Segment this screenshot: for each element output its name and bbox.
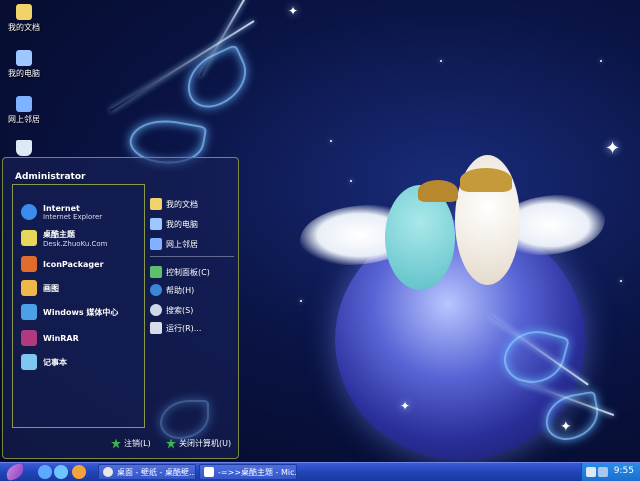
zhuoku-theme-icon [21, 230, 37, 246]
start-place-label: 控制面板(C) [166, 267, 210, 277]
media-icon[interactable] [72, 465, 86, 479]
start-place-my-computer[interactable]: 我的电脑 [150, 216, 236, 232]
start-place-label: 搜索(S) [166, 305, 194, 315]
wallpaper-star [620, 280, 622, 282]
recycle-bin-icon [16, 140, 32, 156]
start-place-control-panel[interactable]: 控制面板(C) [150, 264, 236, 280]
document-icon [204, 467, 214, 477]
start-menu-footer: 注销(L) 关闭计算机(U) [3, 432, 238, 458]
desktop-icon-label: 我的文档 [8, 23, 40, 32]
paint-icon [21, 280, 37, 296]
start-item-subtitle: Internet Explorer [43, 212, 103, 221]
start-item-media-center[interactable]: Windows 媒体中心 [21, 301, 141, 323]
start-button[interactable] [0, 462, 28, 481]
desktop: ✦ ✦ ✦ ✦ 我的文档 我的电脑 网上邻居 Administrator Int… [0, 0, 640, 462]
my-documents-icon [150, 198, 162, 210]
wallpaper-sparkle: ✦ [560, 419, 572, 435]
iconpackager-icon [21, 256, 37, 272]
wallpaper-star [300, 300, 302, 302]
browser-icon [103, 467, 113, 477]
logoff-icon [111, 438, 121, 449]
winrar-icon [21, 330, 37, 346]
start-item-notepad[interactable]: 记事本 [21, 351, 141, 373]
start-item-internet[interactable]: Internet Internet Explorer [21, 201, 141, 223]
wallpaper-star [600, 60, 602, 62]
ie-icon[interactable] [54, 465, 68, 479]
media-center-icon [21, 304, 37, 320]
my-computer-icon [16, 50, 32, 66]
notepad-icon [21, 354, 37, 370]
start-place-my-documents[interactable]: 我的文档 [150, 196, 236, 212]
start-item-title: 记事本 [43, 357, 67, 367]
start-item-iconpackager[interactable]: IconPackager [21, 253, 141, 275]
network-icon[interactable] [598, 467, 608, 477]
start-orb-icon [4, 462, 26, 481]
start-menu: Administrator Internet Internet Explorer… [2, 157, 239, 459]
system-tray: 9:55 [581, 463, 640, 481]
logoff-button[interactable]: 注销(L) [111, 438, 151, 449]
desktop-icon-network-places[interactable]: 网上邻居 [2, 96, 46, 125]
start-menu-divider [150, 256, 234, 257]
network-places-icon [150, 238, 162, 250]
start-place-label: 我的电脑 [166, 219, 198, 229]
taskbar-button-browser[interactable]: 桌面 - 壁纸 - 桌酷壁... [98, 464, 196, 480]
start-item-paint[interactable]: 画图 [21, 277, 141, 299]
start-item-title: WinRAR [43, 333, 79, 343]
internet-explorer-icon [21, 204, 37, 220]
start-place-network[interactable]: 网上邻居 [150, 236, 236, 252]
search-icon [150, 304, 162, 316]
wallpaper-butterfly-1 [177, 43, 257, 116]
wallpaper-hat-right [460, 168, 512, 192]
clock[interactable]: 9:55 [614, 466, 634, 476]
start-place-run[interactable]: 运行(R)... [150, 320, 236, 336]
desktop-icon-recycle-bin[interactable] [2, 140, 46, 158]
my-computer-icon [150, 218, 162, 230]
desktop-icon-my-computer[interactable]: 我的电脑 [2, 50, 46, 79]
start-item-title: IconPackager [43, 259, 104, 269]
desktop-icon-my-documents[interactable]: 我的文档 [2, 4, 46, 33]
wallpaper-star [330, 140, 332, 142]
desktop-icon-label: 网上邻居 [8, 115, 40, 124]
start-place-label: 运行(R)... [166, 323, 202, 333]
desktop-icon-label: 我的电脑 [8, 69, 40, 78]
wallpaper-star [350, 180, 352, 182]
start-place-search[interactable]: 搜索(S) [150, 302, 236, 318]
start-item-title: 桌酷主题 [43, 229, 75, 239]
start-item-subtitle: Desk.ZhuoKu.Com [43, 239, 108, 248]
start-item-title: Internet [43, 203, 80, 213]
start-menu-programs: Internet Internet Explorer 桌酷主题 Desk.Zhu… [12, 184, 145, 428]
help-icon [150, 284, 162, 296]
wallpaper-sparkle: ✦ [400, 399, 411, 413]
start-menu-header: Administrator [3, 158, 238, 184]
start-place-label: 帮助(H) [166, 285, 195, 295]
wallpaper-sparkle: ✦ [605, 138, 621, 159]
wallpaper-sparkle: ✦ [288, 4, 299, 18]
wallpaper-star [440, 60, 442, 62]
start-item-winrar[interactable]: WinRAR [21, 327, 141, 349]
wallpaper-hat-left [418, 180, 458, 202]
network-places-icon [16, 96, 32, 112]
control-panel-icon [150, 266, 162, 278]
my-documents-icon [16, 4, 32, 20]
run-icon [150, 322, 162, 334]
logoff-label: 注销(L) [124, 439, 151, 448]
shutdown-button[interactable]: 关闭计算机(U) [166, 438, 231, 449]
start-item-zhuoku-theme[interactable]: 桌酷主题 Desk.ZhuoKu.Com [21, 227, 141, 249]
taskbar: 桌面 - 壁纸 - 桌酷壁... -=>>桌酷主题 - Mic... 9:55 [0, 462, 640, 481]
shutdown-icon [166, 438, 176, 449]
shutdown-label: 关闭计算机(U) [179, 439, 232, 448]
start-item-title: 画图 [43, 283, 59, 293]
start-place-label: 我的文档 [166, 199, 198, 209]
start-item-title: Windows 媒体中心 [43, 307, 119, 317]
start-place-label: 网上邻居 [166, 239, 198, 249]
taskbar-button-document[interactable]: -=>>桌酷主题 - Mic... [199, 464, 297, 480]
taskbar-button-label: 桌面 - 壁纸 - 桌酷壁... [117, 467, 196, 477]
volume-icon[interactable] [586, 467, 596, 477]
start-menu-username: Administrator [15, 172, 86, 182]
start-place-help[interactable]: 帮助(H) [150, 282, 236, 298]
show-desktop-icon[interactable] [38, 465, 52, 479]
taskbar-button-label: -=>>桌酷主题 - Mic... [218, 467, 297, 477]
